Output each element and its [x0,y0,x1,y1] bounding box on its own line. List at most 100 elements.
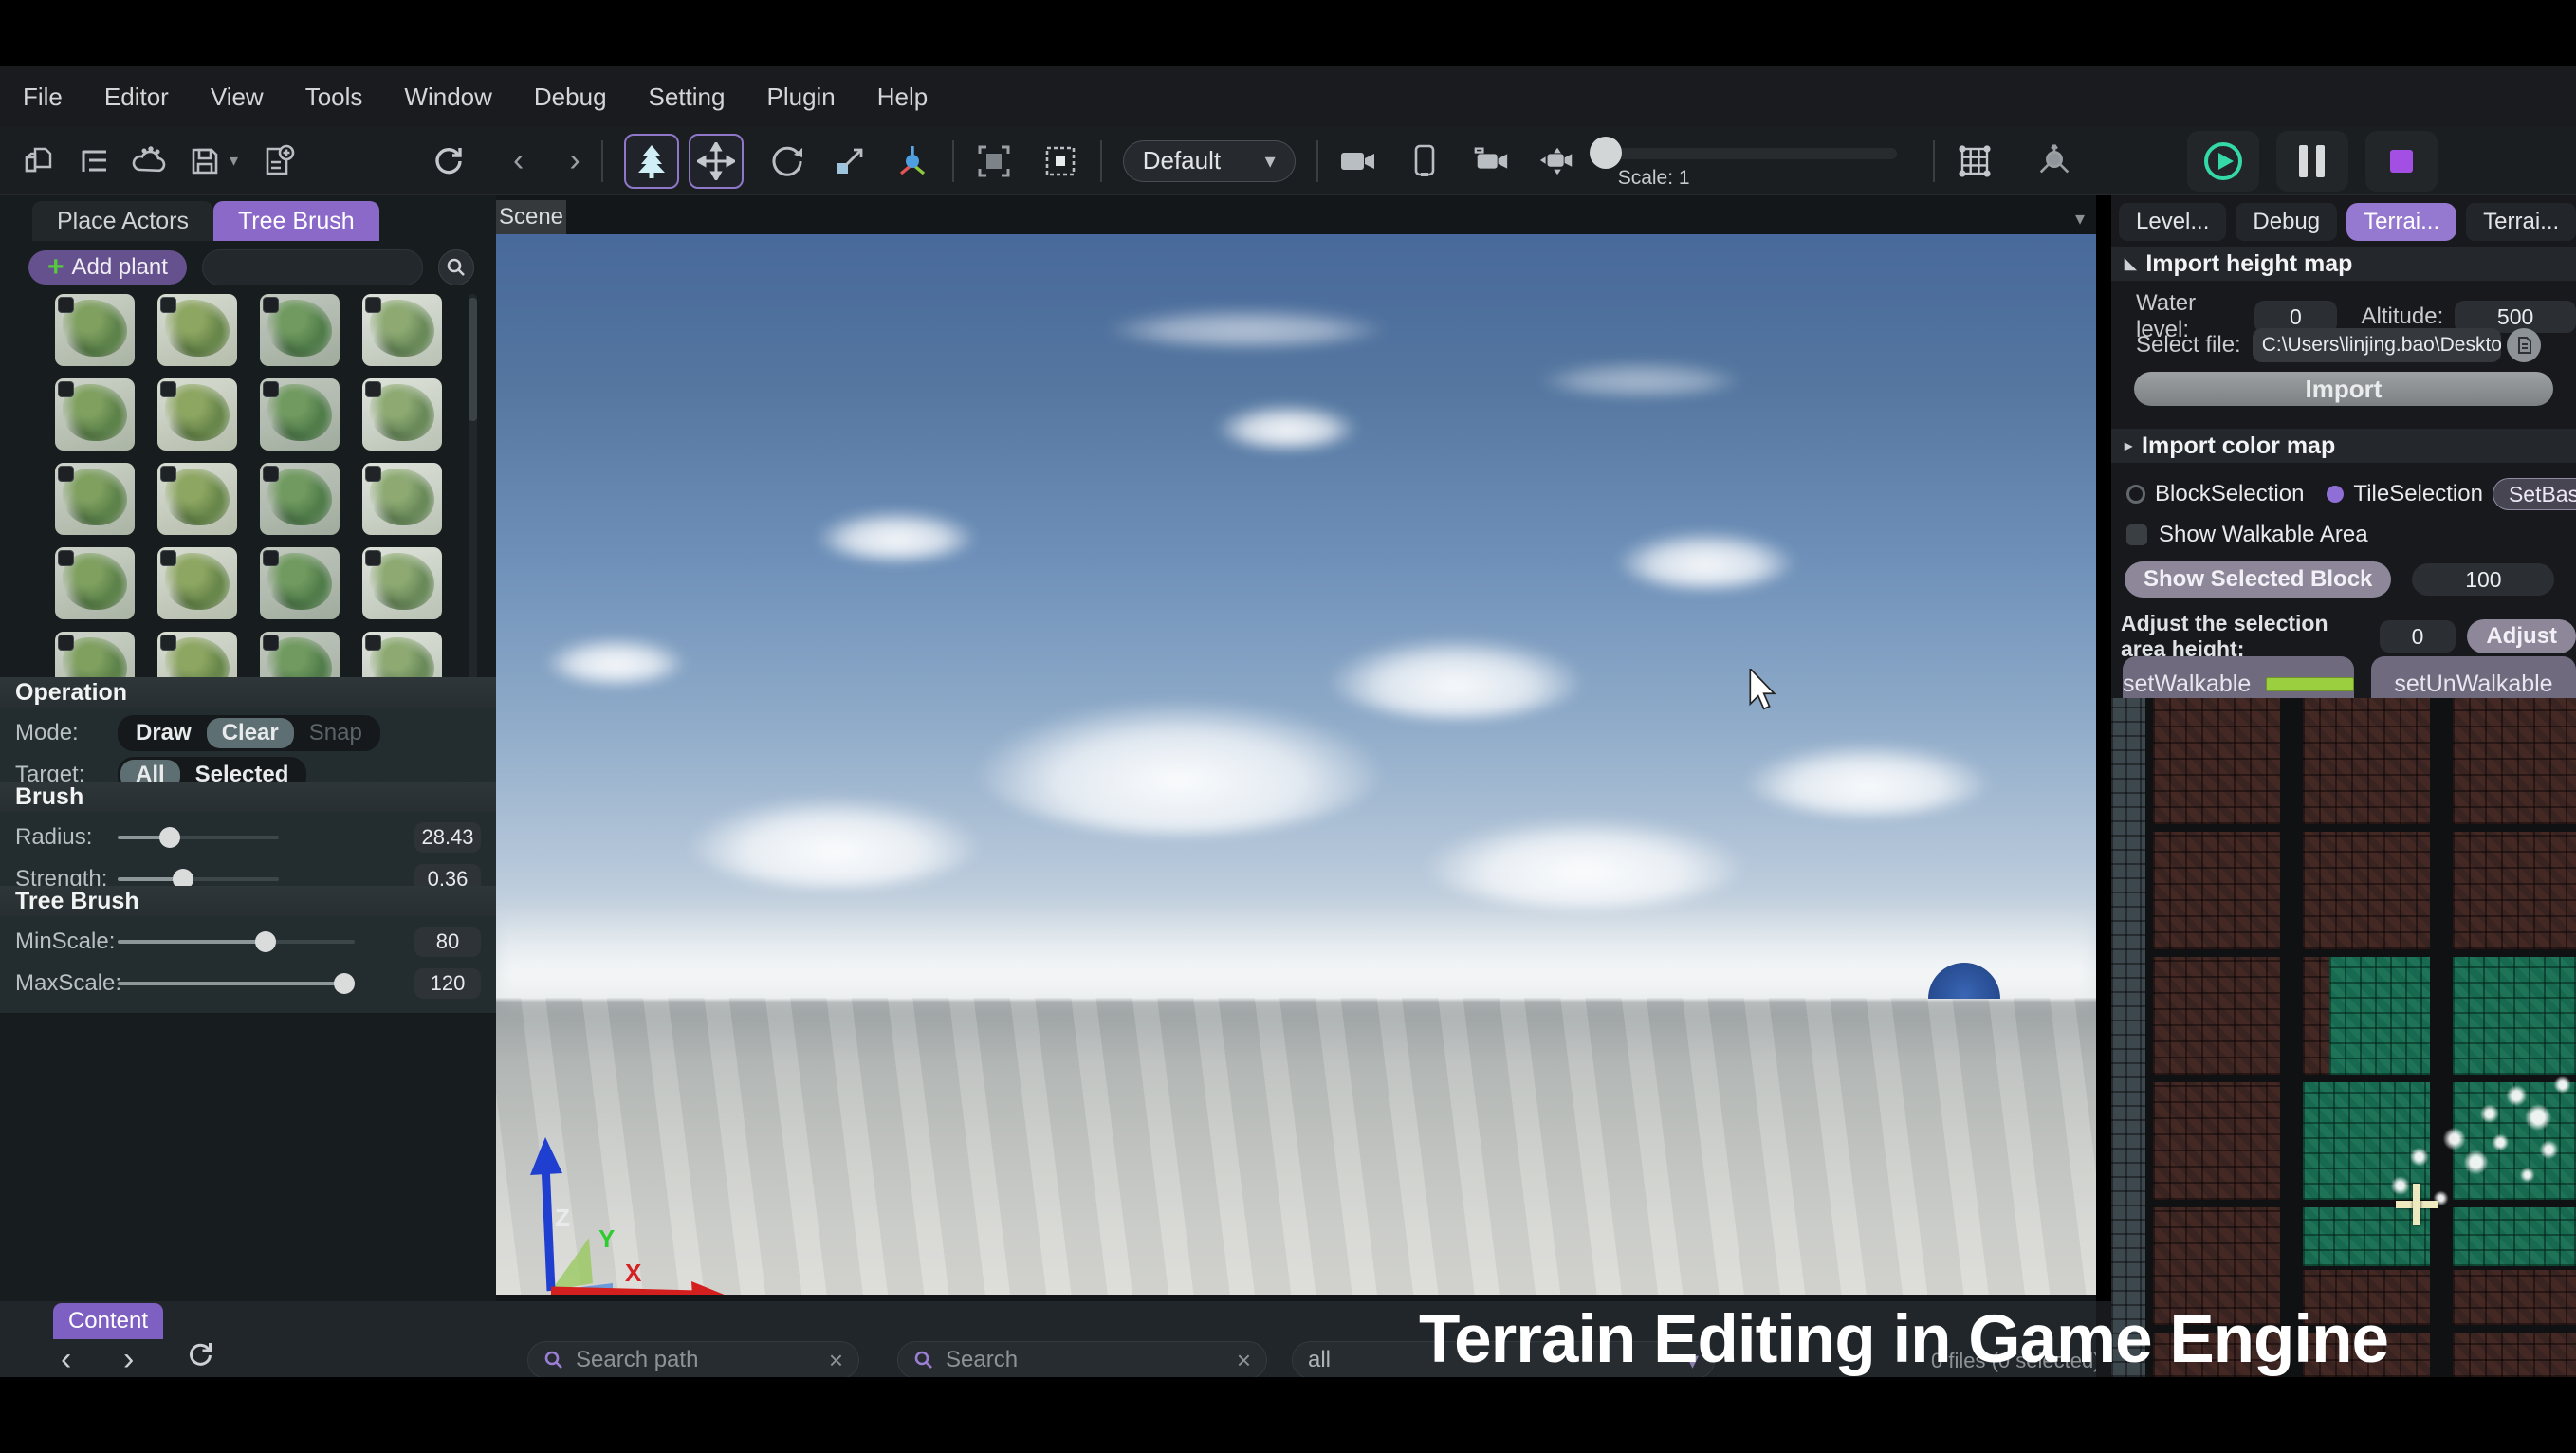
minimap-block-brown[interactable] [2303,957,2329,1075]
import-button[interactable]: Import [2134,372,2553,406]
clear-search-icon[interactable]: × [829,1346,843,1375]
plant-thumbnail[interactable] [55,378,135,451]
tab-scene[interactable]: Scene [496,200,566,234]
minimap-block-brown[interactable] [2153,698,2280,824]
plant-checkbox[interactable] [160,381,176,397]
plant-search-input[interactable] [202,249,423,285]
plant-thumbnail[interactable] [362,463,442,535]
selection-box-icon[interactable] [1041,142,1079,180]
minimap-block-brown[interactable] [2153,1082,2280,1200]
adjust-button[interactable]: Adjust [2467,619,2576,653]
minscale-value[interactable]: 80 [414,927,481,957]
scale-tool-icon[interactable] [831,142,869,180]
plant-thumbnail[interactable] [260,294,340,366]
move-tool-button[interactable] [689,134,744,189]
plant-checkbox[interactable] [263,635,279,651]
play-button[interactable] [2187,131,2259,192]
block-selection-label[interactable]: BlockSelection [2155,481,2304,507]
view-scale-slider[interactable]: Scale: 1 [1590,133,1912,190]
tab-terrain-2[interactable]: Terrai... [2466,203,2576,241]
show-selected-block-button[interactable]: Show Selected Block [2125,561,2391,598]
minimap-block-brown[interactable] [2153,957,2280,1075]
tile-selection-label[interactable]: TileSelection [2353,481,2483,507]
plant-checkbox[interactable] [365,466,381,482]
minimap-block-green[interactable] [2453,957,2576,1075]
open-file-icon[interactable] [21,142,59,180]
minscale-slider[interactable] [118,930,355,953]
minimap-block-brown[interactable] [2303,698,2430,824]
block-selection-radio[interactable] [2126,485,2145,504]
plant-thumbnail[interactable] [362,378,442,451]
radius-value[interactable]: 28.43 [414,822,481,853]
add-plant-button[interactable]: + Add plant [28,250,187,285]
set-base-block-button[interactable]: SetBaseBlock [2493,478,2576,510]
refresh-icon[interactable] [430,142,468,180]
plant-thumbnail[interactable] [260,463,340,535]
plant-checkbox[interactable] [160,550,176,566]
plant-thumbnail[interactable] [55,294,135,366]
search-path-input[interactable]: Search path × [527,1341,859,1379]
grid-icon[interactable] [1956,142,1994,180]
plant-thumbnail[interactable] [157,547,237,619]
tab-tree-brush[interactable]: Tree Brush [213,201,379,241]
plant-grid-scrollbar[interactable] [469,294,477,681]
minimap-block-brown[interactable] [2453,698,2576,824]
browse-file-button[interactable] [2507,328,2541,362]
tree-brush-tool-button[interactable] [624,134,679,189]
phone-icon[interactable] [1406,142,1444,180]
menu-debug[interactable]: Debug [534,83,607,112]
terrain-axis-icon[interactable] [2035,142,2073,180]
minscale-slider-knob[interactable] [255,931,276,952]
maxscale-slider-knob[interactable] [334,973,355,994]
mode-clear-button[interactable]: Clear [207,718,294,748]
plant-checkbox[interactable] [160,466,176,482]
history-back-icon[interactable]: ‹ [513,142,524,179]
menu-help[interactable]: Help [877,83,928,112]
plant-thumbnail[interactable] [157,294,237,366]
minimap-block-brown[interactable] [2453,832,2576,949]
minimap-block-brown[interactable] [2303,832,2430,949]
plant-checkbox[interactable] [58,635,74,651]
scale-slider-track[interactable] [1612,148,1897,159]
scene-viewport[interactable]: Scene ▾ Z [496,195,2096,1301]
mode-dropdown[interactable]: Default ▾ [1123,140,1296,182]
plant-thumbnail[interactable] [362,547,442,619]
scene-canvas[interactable]: Z X Y [496,234,2096,1295]
plant-thumbnail[interactable] [260,547,340,619]
nav-back-icon[interactable]: ‹ [61,1341,71,1378]
plant-checkbox[interactable] [365,297,381,313]
menu-editor[interactable]: Editor [104,83,169,112]
import-color-map-header[interactable]: ▸ Import color map [2111,429,2576,463]
plant-checkbox[interactable] [263,381,279,397]
plant-checkbox[interactable] [58,550,74,566]
plant-checkbox[interactable] [58,466,74,482]
tab-terrain-active[interactable]: Terrai... [2346,203,2456,241]
save-icon[interactable] [186,142,224,180]
frame-select-icon[interactable] [975,142,1013,180]
minimap-block-brown[interactable] [2153,832,2280,949]
menu-plugin[interactable]: Plugin [766,83,835,112]
plant-checkbox[interactable] [58,297,74,313]
plant-checkbox[interactable] [160,297,176,313]
gizmo-tool-icon[interactable] [893,142,931,180]
plant-checkbox[interactable] [263,550,279,566]
menu-setting[interactable]: Setting [649,83,726,112]
viewport-options-icon[interactable]: ▾ [2075,207,2085,230]
cinema-camera-icon[interactable] [1472,142,1510,180]
plant-thumbnail[interactable] [362,294,442,366]
scale-slider-knob[interactable] [1590,137,1622,169]
import-height-map-header[interactable]: ◣ Import height map [2111,247,2576,281]
nav-refresh-icon[interactable] [186,1341,214,1377]
camera-move-icon[interactable] [1538,142,1576,180]
tab-debug[interactable]: Debug [2236,203,2337,241]
pause-button[interactable] [2276,131,2348,192]
mode-snap-button[interactable]: Snap [294,718,377,748]
tile-selection-radio[interactable] [2327,486,2344,503]
search-input[interactable]: Search × [897,1341,1267,1379]
show-walkable-checkbox[interactable] [2126,524,2147,545]
plant-checkbox[interactable] [160,635,176,651]
plant-thumbnail[interactable] [260,632,340,681]
save-caret-icon[interactable]: ▾ [230,151,238,171]
plant-search-button[interactable] [438,249,474,285]
menu-file[interactable]: File [23,83,63,112]
